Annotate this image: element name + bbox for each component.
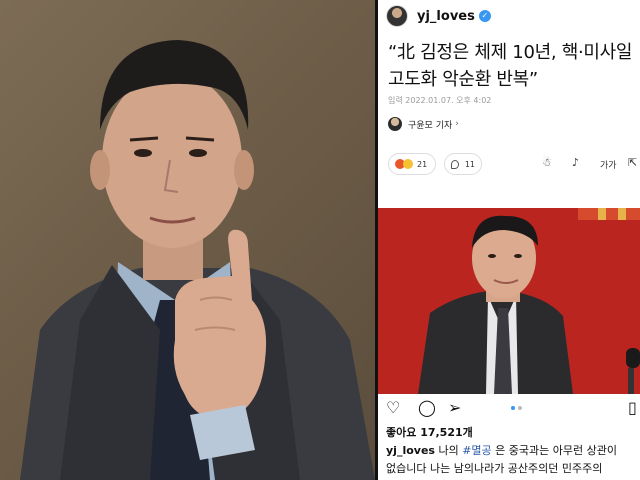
author-row[interactable]: 구윤모 기자 › [388, 117, 459, 131]
caption-text-post: 은 중국과는 아무런 상관이 [491, 444, 617, 457]
man-illustration [20, 40, 375, 480]
robot-voice-icon[interactable]: ☃ [542, 156, 552, 169]
comment-bubble-icon[interactable]: ◯ [418, 398, 436, 417]
speech-photo [378, 208, 640, 394]
headline-line-1: “北 김정은 체제 10년, 핵·미사일 [388, 42, 633, 63]
heart-icon[interactable]: ♡ [386, 398, 400, 417]
username[interactable]: yj_loves [417, 9, 475, 24]
speaker-icon[interactable]: ♪ [572, 156, 579, 169]
share-icon[interactable]: ⇱ [628, 156, 637, 169]
font-size-icon[interactable]: 가가 [600, 158, 617, 171]
instagram-post: yj_loves ✓ “北 김정은 체제 10년, 핵·미사일 고도화 악순환 … [378, 0, 640, 480]
speaker-illustration [378, 208, 640, 394]
caption-text-pre: 나의 [434, 444, 463, 457]
caption-line-2: 없습니다 나는 남의나라가 공산주의던 민주주의 [386, 462, 603, 475]
author-avatar [388, 117, 402, 131]
headline-line-2: 고도화 악순환 반복” [388, 69, 538, 90]
chevron-right-icon: › [455, 119, 459, 129]
bookmark-icon[interactable]: ▯ [628, 398, 637, 417]
post-caption: yj_loves 나의 #멸공 은 중국과는 아무런 상관이 없습니다 나는 남… [386, 442, 640, 478]
publish-date: 입력 2022.01.07. 오후 4:02 [388, 96, 492, 105]
carousel-dot [518, 406, 522, 410]
man-photo [0, 0, 375, 480]
caption-username[interactable]: yj_loves [386, 444, 435, 457]
carousel-dot-active [511, 406, 515, 410]
reaction-count: 21 [417, 159, 428, 169]
reaction-button[interactable]: 21 [388, 153, 436, 175]
laugh-emoji [403, 159, 413, 169]
post-header: yj_loves ✓ [378, 0, 640, 32]
avatar[interactable] [386, 5, 408, 27]
news-article-screenshot: “北 김정은 체제 10년, 핵·미사일 고도화 악순환 반복” 입력 2022… [378, 32, 640, 208]
comment-icon [451, 159, 459, 169]
verified-icon: ✓ [478, 10, 491, 22]
caption-line-1: yj_loves 나의 #멸공 은 중국과는 아무런 상관이 [386, 442, 640, 460]
like-count[interactable]: 좋아요 17,521개 [386, 424, 473, 440]
send-icon[interactable]: ➢ [448, 398, 461, 417]
carousel-dots [511, 406, 522, 410]
article-actions: 21 11 ☃ ♪ 가가 ⇱ [388, 153, 640, 175]
author-name: 구윤모 기자 [408, 120, 453, 131]
post-actions: ♡ ◯ ➢ ▯ [378, 394, 640, 420]
comment-button[interactable]: 11 [444, 153, 482, 175]
comment-count: 11 [464, 159, 475, 169]
article-headline: “北 김정은 체제 10년, 핵·미사일 고도화 악순환 반복” [388, 39, 638, 93]
hashtag-link[interactable]: #멸공 [462, 444, 491, 457]
